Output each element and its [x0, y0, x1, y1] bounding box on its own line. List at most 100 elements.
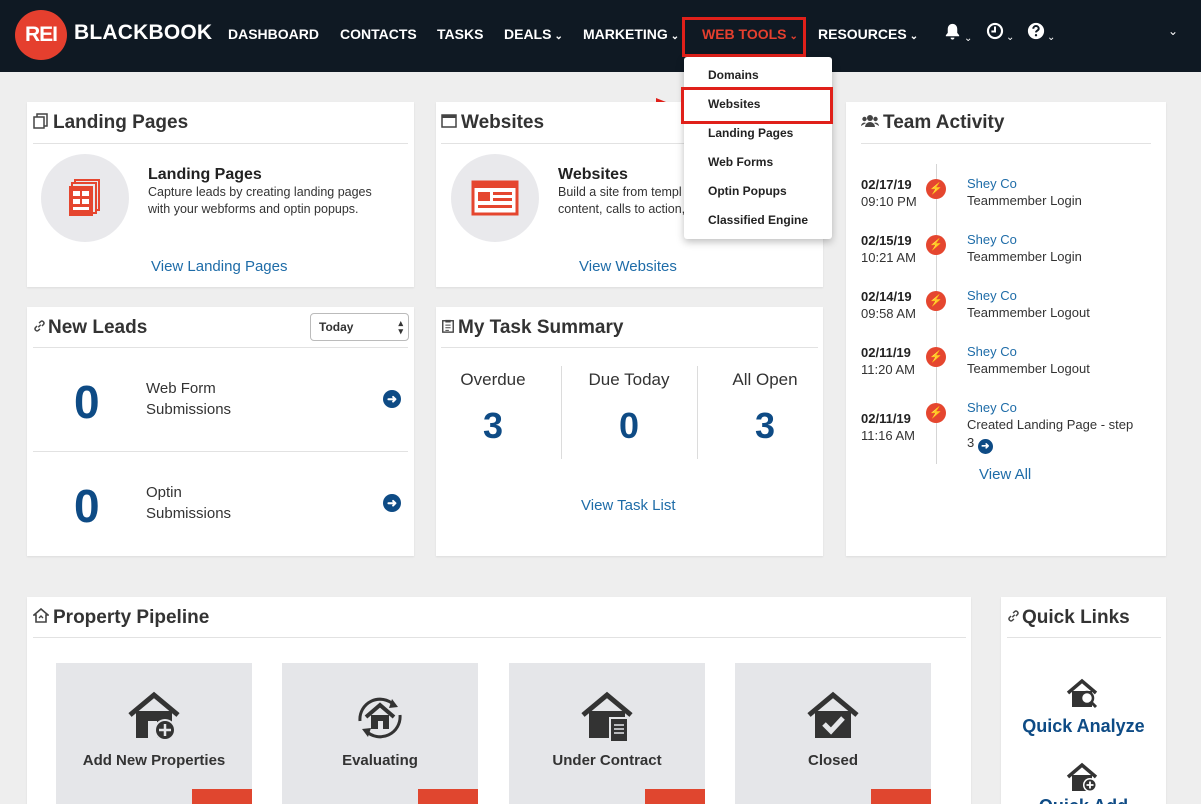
activity-user-link[interactable]: Shey Co — [967, 288, 1017, 303]
house-cycle-icon — [358, 697, 402, 739]
bolt-icon: ⚡ — [926, 291, 946, 311]
bolt-icon: ⚡ — [926, 179, 946, 199]
pipeline-stage-tab[interactable] — [645, 789, 705, 804]
due-today-count[interactable]: 0 — [561, 405, 697, 447]
leads-period-select[interactable]: Today ▴ ▾ — [310, 313, 409, 341]
bolt-icon: ⚡ — [926, 347, 946, 367]
websites-title: Websites — [441, 112, 544, 134]
menu-item-web-forms[interactable]: Web Forms — [708, 155, 773, 169]
activity-action: Teammember Logout — [967, 305, 1090, 320]
activity-user-link[interactable]: Shey Co — [967, 176, 1017, 191]
pipeline-stage-add-new-properties[interactable]: Add New Properties — [56, 663, 252, 804]
activity-time: 09:58 AM — [861, 306, 916, 321]
link-icon — [1008, 610, 1019, 622]
pipeline-stage-label: Closed — [807, 752, 858, 769]
activity-action: Teammember Login — [967, 193, 1082, 208]
view-websites-link[interactable]: View Websites — [579, 258, 677, 275]
arrow-right-circle-icon[interactable]: ➜ — [383, 390, 401, 408]
house-search-icon — [1066, 678, 1098, 709]
activity-user-link[interactable]: Shey Co — [967, 344, 1017, 359]
logo-text: BLACKBOOK — [74, 21, 213, 44]
brand-logo[interactable]: REI BLACKBOOK — [15, 10, 215, 60]
overdue-count[interactable]: 3 — [425, 405, 561, 447]
quick-analyze-link[interactable]: Quick Analyze — [1006, 716, 1161, 737]
menu-item-landing-pages[interactable]: Landing Pages — [708, 126, 793, 140]
highlight-box-websites — [681, 87, 833, 124]
activity-time: 09:10 PM — [861, 194, 917, 209]
team-activity-panel — [846, 102, 1166, 556]
nav-contacts[interactable]: CONTACTS — [340, 26, 417, 42]
overdue-label: Overdue — [460, 370, 526, 389]
chevron-down-icon: ⌄ — [670, 31, 680, 42]
arrow-right-circle-icon[interactable]: ➜ — [977, 439, 993, 454]
activity-action: Teammember Logout — [967, 361, 1090, 376]
pipeline-stage-tab[interactable] — [418, 789, 478, 804]
chevron-down-icon: ⌄ — [909, 31, 919, 42]
divider — [441, 143, 684, 144]
activity-action: Teammember Login — [967, 249, 1082, 264]
quick-add-link[interactable]: Quick Add — [1006, 796, 1161, 804]
divider — [33, 451, 408, 452]
menu-item-domains[interactable]: Domains — [708, 68, 759, 82]
pipeline-stage-evaluating[interactable]: Evaluating — [282, 663, 478, 804]
logo-badge: REI — [15, 10, 67, 60]
activity-date: 02/17/19 — [861, 177, 912, 192]
new-leads-title: New Leads — [33, 317, 147, 339]
divider — [33, 143, 408, 144]
pipeline-stage-tab[interactable] — [871, 789, 931, 804]
arrow-right-circle-icon[interactable]: ➜ — [383, 494, 401, 512]
activity-date: 02/11/19 — [861, 345, 911, 360]
pipeline-stage-under-contract[interactable]: Under Contract — [509, 663, 705, 804]
divider — [441, 347, 818, 348]
team-icon — [861, 115, 879, 127]
divider — [861, 143, 1151, 144]
chevron-down-icon: ⌄ — [1047, 32, 1056, 43]
websites-description-line-1: Build a site from templ — [558, 185, 682, 199]
landing-pages-illustration — [41, 154, 129, 242]
view-all-activity-link[interactable]: View All — [979, 466, 1031, 483]
landing-pages-description: Capture leads by creating landing pages … — [148, 185, 372, 216]
website-icon — [471, 180, 519, 216]
due-today-label: Due Today — [588, 370, 670, 389]
activity-date: 02/15/19 — [861, 233, 912, 248]
optin-submissions-label: Optin Submissions — [146, 484, 232, 522]
nav-tasks[interactable]: TASKS — [437, 26, 483, 42]
nav-deals[interactable]: DEALS ⌄ — [504, 26, 563, 42]
house-check-icon — [807, 691, 859, 738]
menu-item-classified-engine[interactable]: Classified Engine — [708, 213, 808, 227]
help-button[interactable]: ⌄ — [1027, 22, 1055, 45]
history-button[interactable]: ⌄ — [986, 22, 1014, 45]
landing-pages-feature-title: Landing Pages — [148, 166, 262, 183]
view-task-list-link[interactable]: View Task List — [581, 497, 676, 514]
task-summary-title: My Task Summary — [441, 317, 623, 339]
chevron-down-icon: ⌄ — [1006, 32, 1015, 43]
landing-page-icon — [69, 179, 100, 216]
pipeline-stage-tab[interactable] — [192, 789, 252, 804]
all-open-label: All Open — [732, 370, 798, 389]
house-document-icon — [581, 691, 633, 742]
account-menu-button[interactable]: ⌄ — [1168, 24, 1178, 38]
activity-time: 10:21 AM — [861, 250, 916, 265]
nav-resources[interactable]: RESOURCES ⌄ — [818, 26, 918, 42]
bolt-icon: ⚡ — [926, 235, 946, 255]
nav-marketing[interactable]: MARKETING ⌄ — [583, 26, 679, 42]
chevron-down-icon: ⌄ — [964, 33, 973, 44]
activity-action: Created Landing Page - step 3 ➜ — [967, 417, 1134, 454]
select-arrows-icon: ▴ ▾ — [398, 318, 403, 336]
activity-user-link[interactable]: Shey Co — [967, 232, 1017, 247]
activity-user-link[interactable]: Shey Co — [967, 400, 1017, 415]
menu-item-optin-popups[interactable]: Optin Popups — [708, 184, 787, 198]
browser-window-icon — [441, 114, 457, 128]
notifications-button[interactable]: ⌄ — [943, 22, 972, 46]
chevron-down-icon: ⌄ — [1168, 24, 1179, 38]
all-open-count[interactable]: 3 — [697, 405, 833, 447]
websites-feature-title: Websites — [558, 166, 628, 183]
bell-icon — [945, 23, 960, 40]
view-landing-pages-link[interactable]: View Landing Pages — [151, 258, 288, 275]
optin-submissions-count: 0 — [74, 480, 100, 532]
pipeline-stage-label: Add New Properties — [82, 752, 226, 769]
team-activity-title: Team Activity — [861, 112, 1004, 134]
pipeline-stage-closed[interactable]: Closed — [735, 663, 931, 804]
web-form-submissions-count: 0 — [74, 376, 100, 428]
nav-dashboard[interactable]: DASHBOARD — [228, 26, 319, 42]
